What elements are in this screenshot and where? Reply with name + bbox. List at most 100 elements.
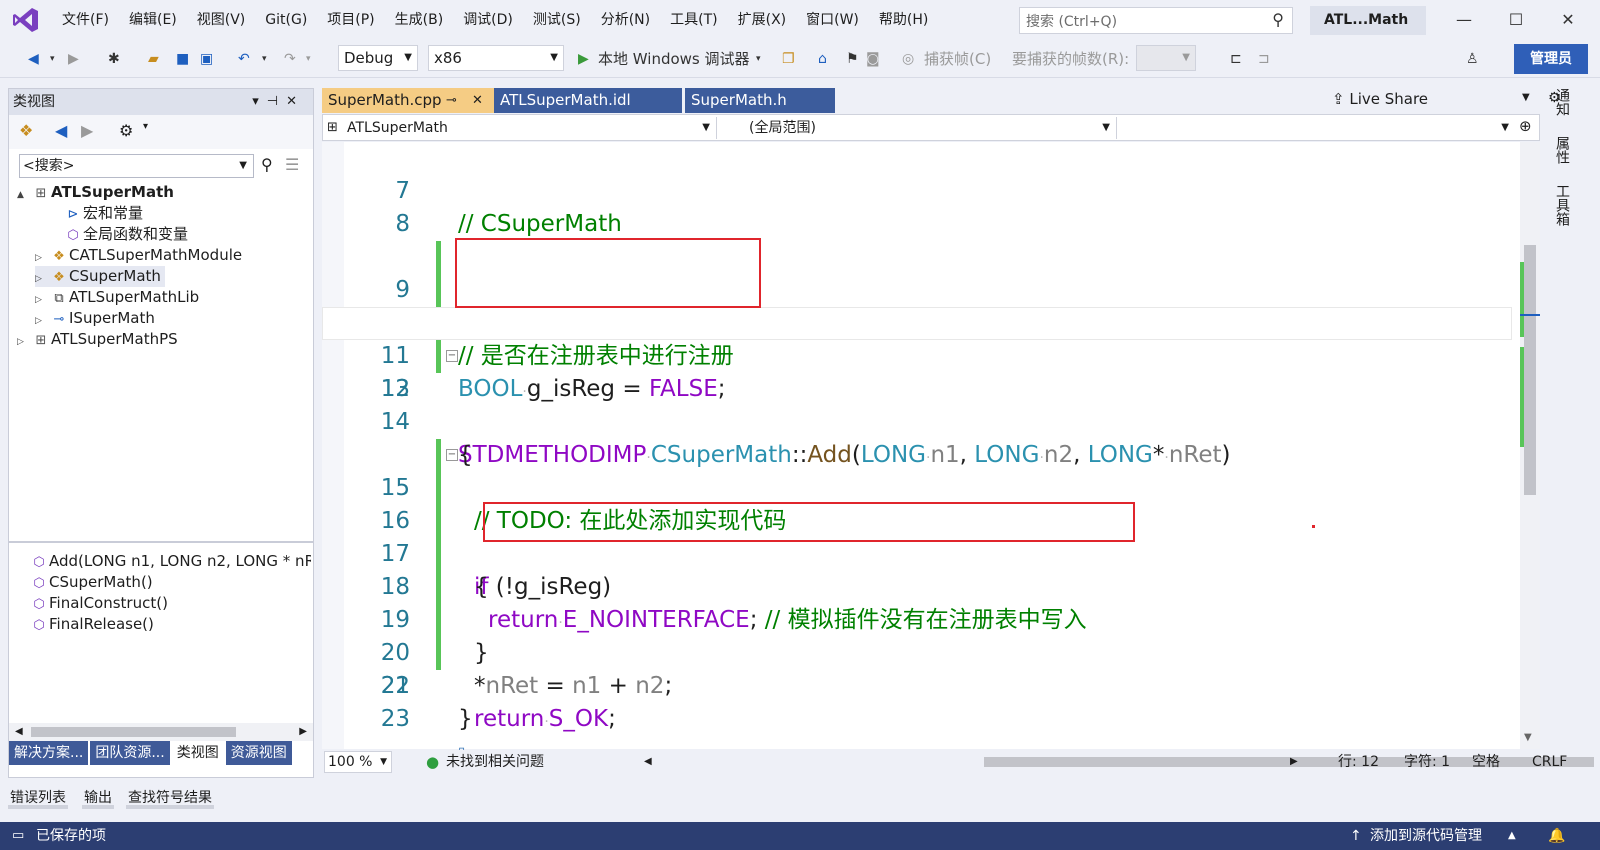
screenshot-icon[interactable]: ⚑ <box>846 48 859 70</box>
settings-dropdown-icon[interactable]: ▾ <box>143 121 148 132</box>
undo-dropdown-icon[interactable]: ▾ <box>262 48 267 70</box>
capture-frame-button[interactable]: 捕获帧(C) <box>924 48 991 70</box>
start-debug-button[interactable]: 本地 Windows 调试器 <box>598 48 750 70</box>
new-project-icon[interactable]: ✱ <box>108 48 120 70</box>
member-item[interactable]: ⬡ Add(LONG n1, LONG n2, LONG * nR <box>29 551 311 572</box>
window-menu-icon[interactable]: ▾ <box>252 94 267 109</box>
menu-item-6[interactable]: 调试(D) <box>453 0 523 40</box>
back-icon[interactable]: ◀ <box>28 48 39 70</box>
close-icon[interactable]: ✕ <box>1544 0 1592 40</box>
issues-status[interactable]: 未找到相关问题 <box>446 750 544 774</box>
collapse-icon[interactable]: − <box>446 449 458 461</box>
save-all-icon[interactable]: ▣ <box>200 48 213 70</box>
menu-item-2[interactable]: 视图(V) <box>187 0 256 40</box>
minimize-icon[interactable]: — <box>1440 0 1488 40</box>
scroll-thumb[interactable] <box>1524 245 1536 495</box>
member-item[interactable]: ⬡ CSuperMath() <box>29 572 311 593</box>
tree-item[interactable]: ▷ ❖ CATLSuperMathModule <box>35 245 242 266</box>
pin-icon[interactable]: ⊣ <box>267 94 286 109</box>
editor-vertical-scrollbar[interactable]: ▼ <box>1520 142 1540 749</box>
configuration-select[interactable]: Debug ▼ <box>338 45 418 71</box>
redo-icon[interactable]: ↷ <box>284 48 296 70</box>
tab-output[interactable]: 输出 <box>82 787 114 809</box>
close-icon[interactable]: ✕ <box>472 88 483 113</box>
platform-select[interactable]: x86 ▼ <box>428 45 564 71</box>
camera-icon[interactable]: ◙ <box>866 48 880 70</box>
graphics-icon[interactable]: ⌂ <box>818 48 827 70</box>
tree-item[interactable]: ▷ ⧉ ATLSuperMathLib <box>35 287 199 308</box>
start-debug-icon[interactable]: ▶ <box>578 48 589 70</box>
redo-dropdown-icon[interactable]: ▾ <box>306 48 311 70</box>
settings-icon[interactable]: ⚙ <box>119 121 133 140</box>
add-to-source-control-button[interactable]: 添加到源代码管理 <box>1370 822 1482 850</box>
line-indicator[interactable]: 行: 12 <box>1338 750 1379 774</box>
horizontal-scrollbar[interactable]: ◀ ▶ <box>9 723 313 741</box>
menu-item-1[interactable]: 编辑(E) <box>119 0 187 40</box>
feedback-icon[interactable]: ♙ <box>1466 48 1479 70</box>
tree-item[interactable]: ▷ ⊞ ATLSuperMathPS <box>17 329 178 350</box>
project-select[interactable]: ⊞ ATLSuperMath ▼ <box>325 117 717 139</box>
left-tab-0[interactable]: 解决方案... <box>9 741 89 765</box>
pin-icon[interactable]: ⊸ <box>446 88 457 113</box>
toolbox-tab[interactable]: 工具箱 <box>1552 184 1570 226</box>
maximize-icon[interactable]: ☐ <box>1492 0 1540 40</box>
tab-supermath-cpp[interactable]: SuperMath.cpp ⊸ ✕ <box>322 88 494 113</box>
scroll-right-icon[interactable]: ▶ <box>299 723 307 741</box>
debugger-dropdown-icon[interactable]: ▾ <box>756 48 761 70</box>
tab-error-list[interactable]: 错误列表 <box>8 787 68 809</box>
undo-icon[interactable]: ↶ <box>238 48 250 70</box>
menu-item-8[interactable]: 分析(N) <box>591 0 660 40</box>
code-editor[interactable]: 7 // CSuperMath 8 9 10 // 是否在注册表中进行注册 11… <box>322 142 1540 760</box>
tree-item[interactable]: ⊳ 宏和常量 <box>49 203 143 224</box>
scroll-right-icon[interactable]: ▶ <box>1290 750 1298 774</box>
admin-badge[interactable]: 管理员 <box>1514 44 1588 74</box>
menu-item-12[interactable]: 帮助(H) <box>869 0 938 40</box>
indent-indicator[interactable]: 空格 <box>1472 750 1500 774</box>
tab-find-symbol-results[interactable]: 查找符号结果 <box>126 787 214 809</box>
collapse-icon[interactable]: − <box>446 350 458 362</box>
frames-to-capture-select[interactable]: ▼ <box>1136 45 1196 71</box>
tree-item[interactable]: ▲ ⊞ ATLSuperMath <box>17 182 174 203</box>
scope-select[interactable]: (全局范围) ▼ <box>725 117 1117 139</box>
search-icon[interactable]: ⚲ <box>261 155 273 174</box>
forward-icon[interactable]: ▶ <box>81 121 93 140</box>
menu-item-5[interactable]: 生成(B) <box>385 0 454 40</box>
close-panel-icon[interactable]: ✕ <box>286 94 305 109</box>
scroll-left-icon[interactable]: ◀ <box>15 723 23 741</box>
left-tab-3[interactable]: 资源视图 <box>225 741 292 765</box>
split-window-icon[interactable]: ⊕ <box>1519 117 1532 135</box>
notifications-tab[interactable]: 通知 <box>1552 88 1570 116</box>
tree-item[interactable]: ⬡ 全局函数和变量 <box>49 224 188 245</box>
horizontal-scroll-thumb[interactable] <box>984 757 1594 767</box>
forward-icon[interactable]: ▶ <box>68 48 79 70</box>
menu-item-11[interactable]: 窗口(W) <box>796 0 869 40</box>
watch-icon[interactable]: ⊏ <box>1230 48 1242 70</box>
line-ending-indicator[interactable]: CRLF <box>1532 750 1567 774</box>
diagnostics-icon[interactable]: ⊐ <box>1258 48 1270 70</box>
new-folder-icon[interactable]: ❖ <box>19 121 33 140</box>
filter-icon[interactable]: ☰ <box>285 155 299 174</box>
left-tab-2[interactable]: 类视图 <box>171 741 224 765</box>
notification-bell-icon[interactable]: 🔔 <box>1548 822 1565 850</box>
find-in-files-icon[interactable]: ❐ <box>782 48 795 70</box>
search-input[interactable]: 搜索 (Ctrl+Q) ⚲ <box>1019 7 1293 34</box>
zoom-select[interactable]: 100 % ▼ <box>324 751 392 773</box>
expander-icon[interactable]: ▲ <box>17 185 31 206</box>
tree-item[interactable]: ▷ ❖ CSuperMath <box>35 266 165 287</box>
menu-item-0[interactable]: 文件(F) <box>52 0 119 40</box>
menu-item-3[interactable]: Git(G) <box>255 0 317 40</box>
properties-tab[interactable]: 属性 <box>1552 136 1570 164</box>
menu-item-9[interactable]: 工具(T) <box>660 0 727 40</box>
scroll-thumb[interactable] <box>31 727 236 737</box>
tab-supermath-h[interactable]: SuperMath.h <box>685 88 835 113</box>
member-item[interactable]: ⬡ FinalConstruct() <box>29 593 311 614</box>
expander-icon[interactable]: ▷ <box>17 332 31 353</box>
scroll-down-icon[interactable]: ▼ <box>1524 732 1532 743</box>
class-view-search-input[interactable]: <搜索> ▼ <box>19 154 254 178</box>
chevron-up-icon[interactable]: ▲ <box>1508 822 1516 850</box>
tab-overflow-icon[interactable]: ▼ <box>1522 92 1530 103</box>
menu-item-7[interactable]: 测试(S) <box>523 0 591 40</box>
member-select[interactable]: ▼ <box>1123 117 1515 139</box>
tab-atlsupermath-idl[interactable]: ATLSuperMath.idl <box>494 88 682 113</box>
menu-item-4[interactable]: 项目(P) <box>317 0 384 40</box>
